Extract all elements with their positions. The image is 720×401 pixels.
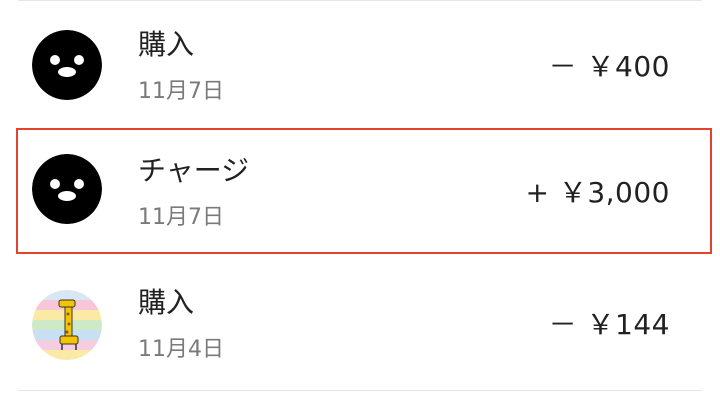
transaction-date: 11月7日 (138, 205, 224, 230)
transaction-title: チャージ (138, 154, 250, 187)
penguin-icon (32, 154, 102, 224)
transaction-title: 購入 (138, 286, 195, 319)
transaction-date: 11月4日 (138, 337, 224, 362)
transaction-amount: + ￥3,000 (525, 176, 670, 209)
transaction-amount: － ￥400 (548, 50, 670, 83)
transaction-date: 11月7日 (138, 79, 224, 104)
transaction-title: 購入 (138, 28, 195, 61)
divider-top (18, 0, 702, 1)
giraffe-icon (32, 290, 102, 360)
transaction-row[interactable]: 購入 11月4日 － ￥144 (0, 262, 720, 388)
penguin-icon (32, 30, 102, 100)
transaction-row[interactable]: 購入 11月7日 － ￥400 (0, 2, 720, 128)
transaction-row-highlighted[interactable]: チャージ 11月7日 + ￥3,000 (16, 128, 712, 254)
transaction-amount: － ￥144 (548, 308, 670, 341)
divider-bottom (18, 390, 702, 391)
